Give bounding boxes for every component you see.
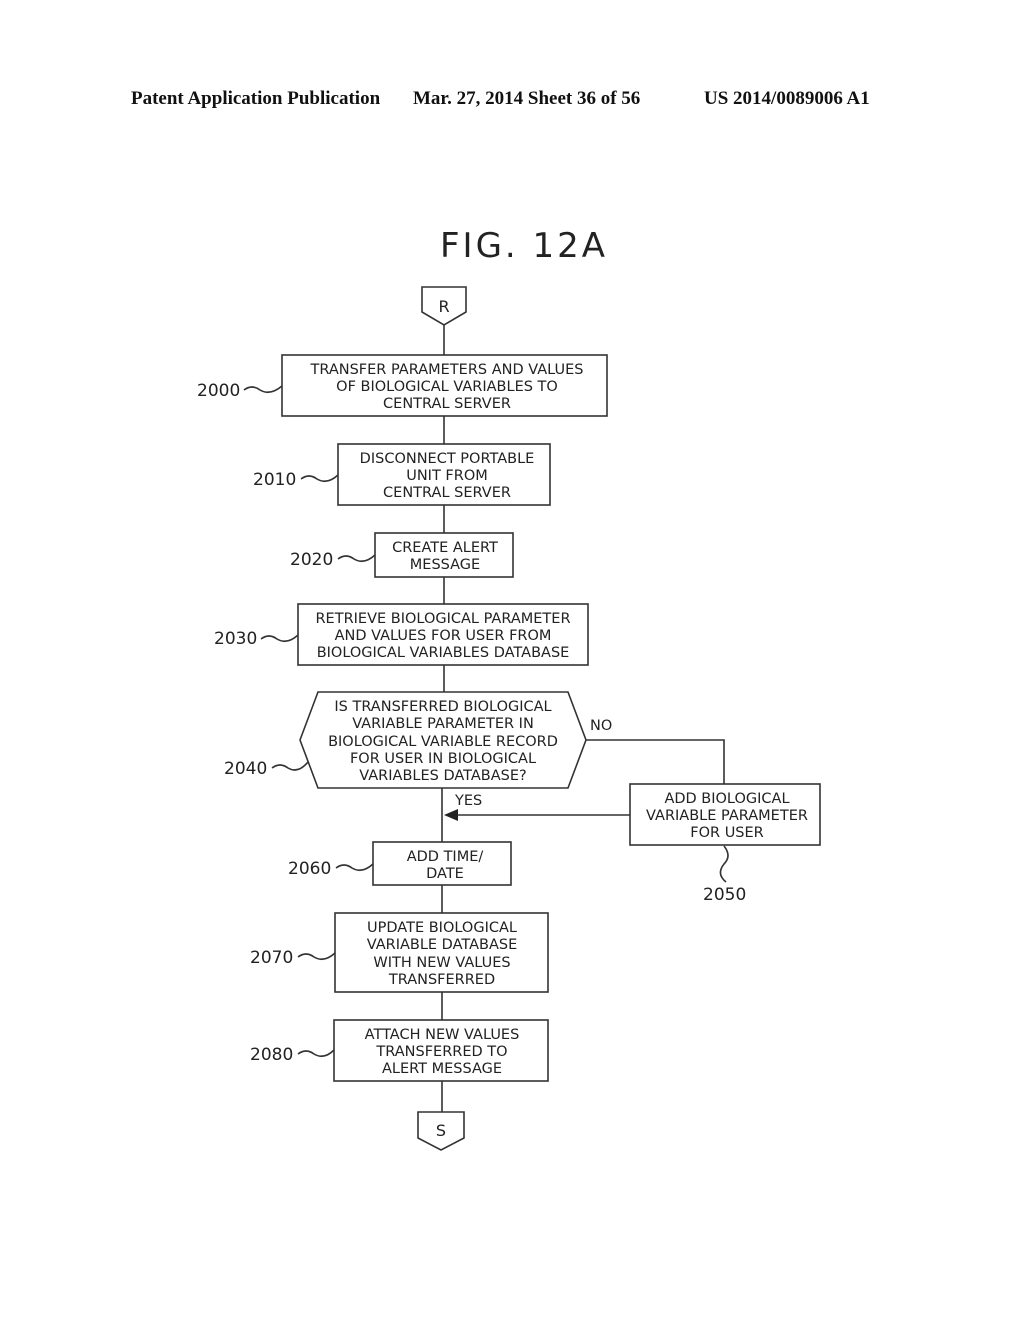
connector-s-label: S <box>436 1121 446 1140</box>
ref-2000: 2000 <box>197 381 240 401</box>
step-2080: ATTACH NEW VALUES TRANSFERRED TO ALERT M… <box>250 1019 549 1082</box>
leader-2020 <box>337 554 376 563</box>
ref-2080: 2080 <box>250 1045 293 1065</box>
svg-text:CREATE ALERT: CREATE ALERT <box>392 540 498 556</box>
svg-text:UPDATE BIOLOGICAL: UPDATE BIOLOGICAL <box>367 920 517 936</box>
step-2000: TRANSFER PARAMETERS AND VALUES OF BIOLOG… <box>197 354 608 417</box>
step-2070: UPDATE BIOLOGICAL VARIABLE DATABASE WITH… <box>250 912 549 993</box>
svg-text:VARIABLES DATABASE?: VARIABLES DATABASE? <box>359 768 526 784</box>
svg-text:FOR USER IN BIOLOGICAL: FOR USER IN BIOLOGICAL <box>350 751 536 767</box>
svg-text:TRANSFER PARAMETERS AND VALUES: TRANSFER PARAMETERS AND VALUES <box>309 362 583 378</box>
flowchart: R TRANSFER PARAMETERS AND VALUES OF BIOL… <box>197 286 821 1151</box>
svg-text:RETRIEVE BIOLOGICAL PARAMETER: RETRIEVE BIOLOGICAL PARAMETER <box>315 611 570 627</box>
svg-text:BIOLOGICAL VARIABLE RECORD: BIOLOGICAL VARIABLE RECORD <box>328 734 558 750</box>
svg-text:WITH NEW VALUES: WITH NEW VALUES <box>373 955 510 971</box>
svg-text:MESSAGE: MESSAGE <box>410 557 480 573</box>
svg-text:ADD TIME/: ADD TIME/ <box>407 849 484 865</box>
svg-text:VARIABLE PARAMETER IN: VARIABLE PARAMETER IN <box>352 716 534 732</box>
connector-r-label: R <box>438 297 449 316</box>
no-label: NO <box>590 718 612 734</box>
leader-2030 <box>260 634 299 643</box>
leader-2080 <box>297 1049 335 1058</box>
leader-2070 <box>297 952 336 961</box>
svg-text:VARIABLE PARAMETER: VARIABLE PARAMETER <box>646 808 808 824</box>
line-2040-2050-no <box>586 739 725 784</box>
step-2060: ADD TIME/ DATE 2060 <box>288 841 512 886</box>
ref-2020: 2020 <box>290 550 333 570</box>
svg-text:VARIABLE DATABASE: VARIABLE DATABASE <box>367 937 518 953</box>
leader-2010 <box>300 474 339 483</box>
step-2050: ADD BIOLOGICAL VARIABLE PARAMETER FOR US… <box>629 783 821 905</box>
svg-text:TRANSFERRED: TRANSFERRED <box>388 972 495 988</box>
svg-text:ADD BIOLOGICAL: ADD BIOLOGICAL <box>664 791 789 807</box>
svg-text:CENTRAL SERVER: CENTRAL SERVER <box>383 485 511 501</box>
ref-2070: 2070 <box>250 948 293 968</box>
svg-text:DISCONNECT PORTABLE: DISCONNECT PORTABLE <box>360 451 535 467</box>
svg-text:ALERT MESSAGE: ALERT MESSAGE <box>382 1061 502 1077</box>
step-2030: RETRIEVE BIOLOGICAL PARAMETER AND VALUES… <box>214 603 589 666</box>
svg-text:UNIT FROM: UNIT FROM <box>406 468 488 484</box>
svg-text:AND VALUES FOR USER FROM: AND VALUES FOR USER FROM <box>335 628 552 644</box>
connector-s: S <box>417 1111 465 1151</box>
svg-text:OF BIOLOGICAL VARIABLES TO: OF BIOLOGICAL VARIABLES TO <box>336 379 558 395</box>
svg-text:BIOLOGICAL VARIABLES DATABASE: BIOLOGICAL VARIABLES DATABASE <box>317 645 570 661</box>
leader-2060 <box>335 863 374 872</box>
svg-text:FOR USER: FOR USER <box>690 825 764 841</box>
leader-2050 <box>719 845 729 883</box>
ref-2060: 2060 <box>288 859 331 879</box>
ref-2010: 2010 <box>253 470 296 490</box>
svg-text:TRANSFERRED TO: TRANSFERRED TO <box>375 1044 507 1060</box>
yes-label: YES <box>454 793 482 809</box>
step-2010: DISCONNECT PORTABLE UNIT FROM CENTRAL SE… <box>253 443 551 506</box>
svg-text:CENTRAL SERVER: CENTRAL SERVER <box>383 396 511 412</box>
arrowhead-icon <box>444 809 458 821</box>
svg-text:ATTACH NEW VALUES: ATTACH NEW VALUES <box>365 1027 520 1043</box>
ref-2040: 2040 <box>224 759 267 779</box>
leader-2040 <box>271 761 309 771</box>
ref-2030: 2030 <box>214 629 257 649</box>
svg-text:DATE: DATE <box>426 866 464 882</box>
ref-2050: 2050 <box>703 885 746 905</box>
svg-text:IS TRANSFERRED BIOLOGICAL: IS TRANSFERRED BIOLOGICAL <box>334 699 551 715</box>
connector-r: R <box>421 286 467 326</box>
decision-2040: IS TRANSFERRED BIOLOGICAL VARIABLE PARAM… <box>224 691 612 809</box>
step-2020: CREATE ALERT MESSAGE 2020 <box>290 532 514 578</box>
leader-2000 <box>243 385 283 394</box>
